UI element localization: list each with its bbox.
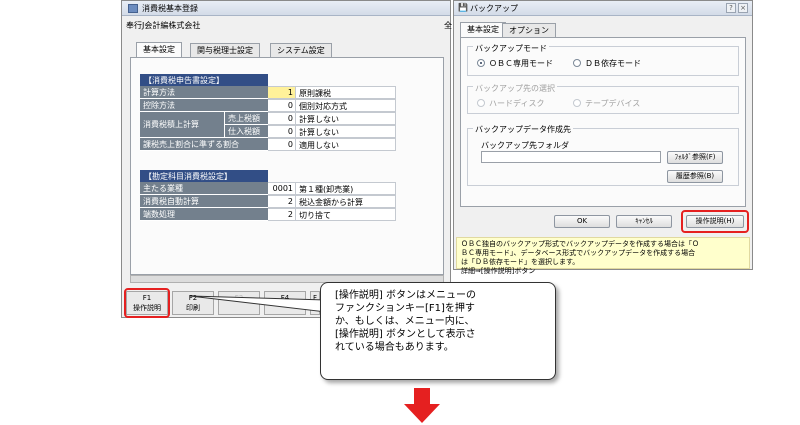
down-arrow-icon	[404, 388, 440, 423]
explanation-callout: [操作説明] ボタンはメニューの ファンクションキー[F1]を押す か、もしくは…	[320, 282, 556, 380]
callout-line: [操作説明] ボタンはメニューの	[335, 290, 476, 301]
callout-line: れている場合もあります。	[335, 342, 454, 353]
callout-line: か、もしくは、メニュー内に、	[335, 316, 475, 327]
callout-line: [操作説明] ボタンとして表示さ	[335, 329, 476, 340]
callout-line: ファンクションキー[F1]を押す	[335, 303, 475, 314]
